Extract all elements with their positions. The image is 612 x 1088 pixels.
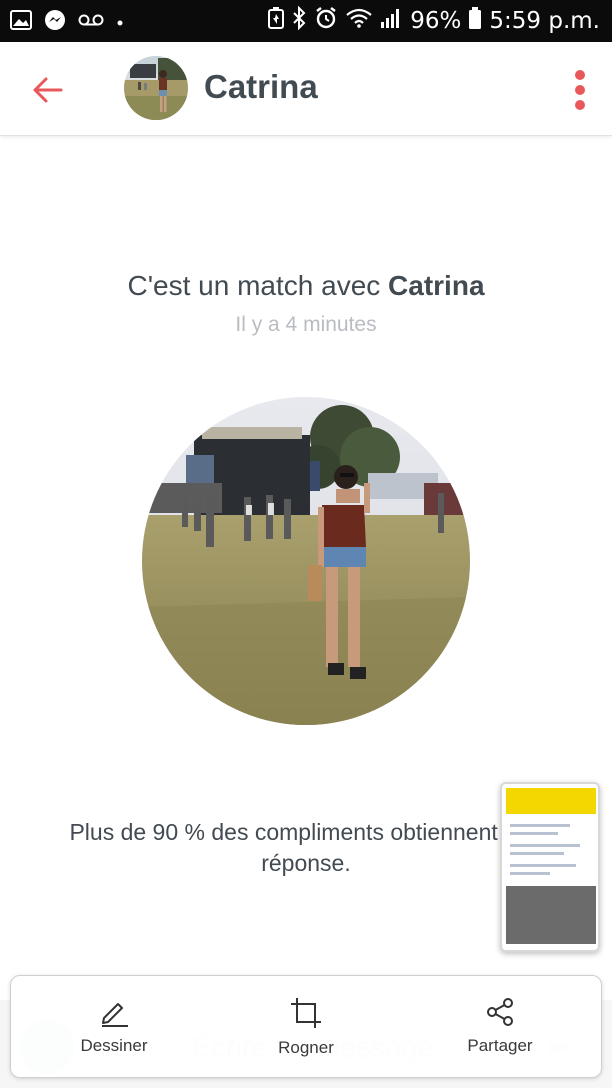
avatar[interactable]: [124, 56, 188, 120]
crop-label: Rogner: [278, 1038, 334, 1057]
match-title-name: Catrina: [388, 270, 485, 301]
arrow-left-icon: [33, 77, 63, 103]
share-label: Partager: [467, 1036, 533, 1055]
crop-button[interactable]: Rogner: [251, 996, 361, 1070]
match-title: C'est un match avec Catrina: [0, 270, 612, 302]
pencil-icon: [102, 1003, 128, 1027]
draw-label: Dessiner: [80, 1036, 148, 1055]
messenger-icon: [44, 9, 66, 36]
more-vertical-icon: [575, 70, 585, 80]
bluetooth-icon: [292, 5, 306, 36]
battery-percent: 96%: [410, 8, 462, 34]
more-options-button[interactable]: [568, 66, 592, 114]
share-button[interactable]: Partager: [445, 996, 555, 1070]
match-title-prefix: C'est un match avec: [127, 270, 389, 301]
match-name[interactable]: Catrina: [204, 68, 318, 106]
match-photo[interactable]: [142, 397, 470, 725]
draw-button[interactable]: Dessiner: [59, 996, 169, 1070]
match-time: Il y a 4 minutes: [235, 313, 377, 336]
screenshot-toolbar: Dessiner Rogner Partager: [10, 975, 602, 1078]
screenshot-preview[interactable]: [500, 782, 600, 952]
status-bar: 96% 5:59 p.m.: [0, 0, 612, 42]
compliment-tip: Plus de 90 % des compliments obtiennent …: [69, 819, 543, 876]
battery-icon: [469, 7, 482, 35]
share-icon: [487, 998, 513, 1026]
alarm-icon: [314, 6, 338, 36]
chat-header: Catrina: [0, 42, 612, 136]
gallery-icon: [10, 10, 32, 35]
clock: 5:59 p.m.: [489, 8, 600, 34]
voicemail-icon: [78, 13, 104, 32]
back-button[interactable]: [24, 66, 72, 114]
crop-icon: [291, 998, 321, 1028]
battery-saver-icon: [268, 7, 285, 35]
dot-icon: [116, 14, 124, 32]
signal-icon: [380, 8, 402, 34]
wifi-icon: [346, 8, 372, 34]
